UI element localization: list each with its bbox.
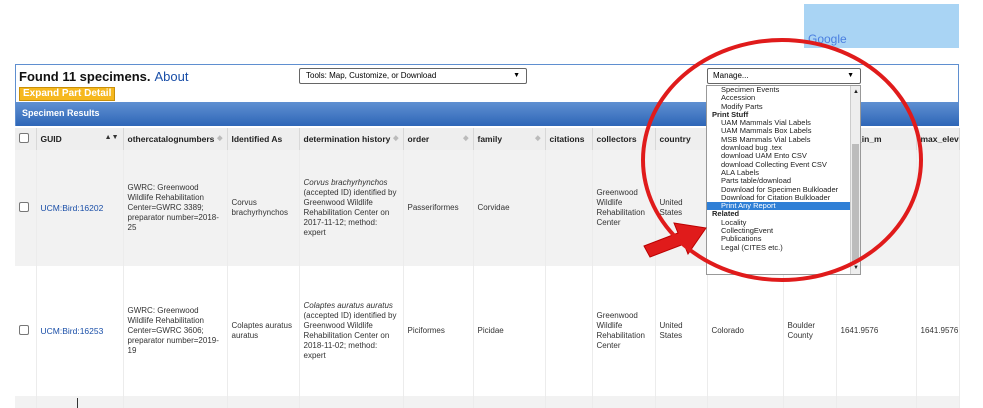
determination-history-cell: Colaptes auratus auratus (accepted ID) i… <box>299 266 404 396</box>
dropdown-scrollbar[interactable]: ▲ ▼ <box>850 86 860 274</box>
expand-part-detail-button[interactable]: Expand Part Detail <box>19 87 116 101</box>
tools-select[interactable]: Tools: Map, Customize, or Download ▼ <box>299 68 527 84</box>
othercatalognumbers-cell: GWRC: Greenwood Wildlife Rehabilitation … <box>123 150 228 266</box>
state-prov-cell: Colorado <box>707 266 784 396</box>
othercatalognumbers-cell: GWRC: Greenwood Wildlife Rehabilitation … <box>123 266 228 396</box>
row-checkbox[interactable] <box>19 201 29 212</box>
column-header[interactable]: family ◆ <box>473 128 546 150</box>
found-count: Found 11 specimens. About <box>19 69 189 84</box>
row-checkbox-cell[interactable] <box>15 266 37 396</box>
column-header[interactable]: order ◆ <box>403 128 474 150</box>
text-cursor <box>77 398 78 408</box>
select-all-checkbox[interactable] <box>19 133 29 143</box>
chevron-down-icon: ▼ <box>847 72 854 79</box>
sort-icon: ◆ <box>463 135 469 142</box>
determination-history-cell: Corvus brachyrhynchos (accepted ID) iden… <box>299 150 404 266</box>
manage-select[interactable]: Manage... ▼ <box>707 68 861 84</box>
red-arrow-icon <box>643 222 707 258</box>
county-cell: Boulder County <box>783 266 837 396</box>
column-header[interactable]: collectors <box>592 128 656 150</box>
max-elev-cell: 1641.9576 <box>916 266 960 396</box>
scroll-up-icon[interactable]: ▲ <box>853 88 859 96</box>
google-banner[interactable]: Google <box>804 4 959 48</box>
about-link[interactable]: About <box>155 69 189 84</box>
order-cell: Passeriformes <box>403 150 474 266</box>
max-elev-cell <box>916 150 960 266</box>
collectors-cell: Greenwood Wildlife Rehabilitation Center <box>592 266 656 396</box>
row-cell <box>15 396 37 408</box>
row-checkbox-cell[interactable] <box>15 150 37 266</box>
guid-link[interactable]: UCM:Bird:16202 <box>36 150 124 266</box>
table-row <box>15 396 960 408</box>
column-header[interactable]: citations <box>545 128 593 150</box>
row-checkbox[interactable] <box>19 324 29 335</box>
sort-icon: ▲▼ <box>104 134 119 141</box>
column-header[interactable]: othercatalognumbers ◆ <box>123 128 228 150</box>
table-row: UCM:Bird:16253 GWRC: Greenwood Wildlife … <box>15 266 960 396</box>
family-cell: Picidae <box>473 266 546 396</box>
country-cell: United States <box>655 266 708 396</box>
citations-cell <box>545 150 593 266</box>
column-header[interactable]: GUID ▲▼ <box>36 128 124 150</box>
column-header[interactable]: determination history ◆ <box>299 128 404 150</box>
guid-link[interactable]: UCM:Bird:16253 <box>36 266 124 396</box>
results-title: Specimen Results <box>22 108 100 118</box>
scroll-down-icon[interactable]: ▼ <box>853 264 859 272</box>
order-cell: Piciformes <box>403 266 474 396</box>
sort-icon: ◆ <box>217 135 223 142</box>
column-header[interactable]: Identified As <box>227 128 300 150</box>
elev-cell: 1641.9576 <box>836 266 917 396</box>
scrollbar-thumb[interactable] <box>852 144 859 262</box>
sort-icon: ◆ <box>535 135 541 142</box>
identified-as-cell: Colaptes auratus auratus <box>227 266 300 396</box>
citations-cell <box>545 266 593 396</box>
menu-item[interactable]: Legal (CITES etc.) <box>707 243 860 252</box>
family-cell: Corvidae <box>473 150 546 266</box>
chevron-down-icon: ▼ <box>513 72 520 79</box>
manage-dropdown-menu[interactable]: ▲ ▼ Specimen Events Accession Modify Parts… <box>706 85 861 275</box>
specimen-results-page: Google Found 11 specimens. About Expand P… <box>0 0 983 408</box>
select-all-checkbox-cell[interactable] <box>15 128 37 150</box>
sort-icon: ◆ <box>393 135 399 142</box>
google-label: Google <box>808 32 847 46</box>
column-header[interactable]: max_elev <box>916 128 960 150</box>
identified-as-cell: Corvus brachyrhynchos <box>227 150 300 266</box>
column-header[interactable]: country <box>655 128 708 150</box>
